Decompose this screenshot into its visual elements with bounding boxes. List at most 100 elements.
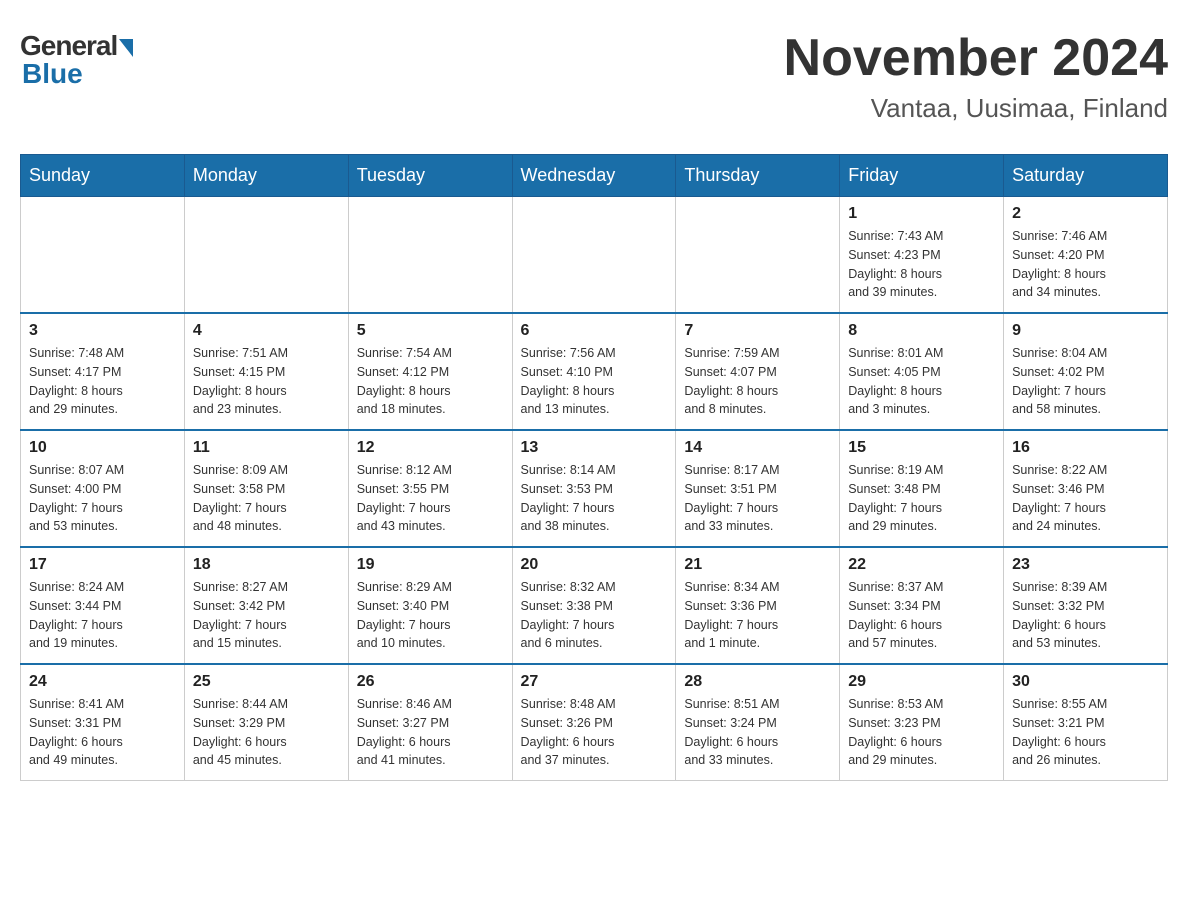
day-number: 29 xyxy=(848,673,995,691)
day-info: Sunrise: 8:17 AM Sunset: 3:51 PM Dayligh… xyxy=(684,461,831,536)
day-number: 9 xyxy=(1012,322,1159,340)
calendar-cell: 12 Sunrise: 8:12 AM Sunset: 3:55 PM Dayli… xyxy=(348,430,512,547)
calendar-week-row: 17 Sunrise: 8:24 AM Sunset: 3:44 PM Dayli… xyxy=(21,547,1168,664)
calendar-cell: 19 Sunrise: 8:29 AM Sunset: 3:40 PM Dayli… xyxy=(348,547,512,664)
day-number: 6 xyxy=(521,322,668,340)
day-number: 24 xyxy=(29,673,176,691)
header-tuesday: Tuesday xyxy=(348,155,512,197)
logo-blue-text: Blue xyxy=(22,58,83,90)
header-wednesday: Wednesday xyxy=(512,155,676,197)
day-number: 17 xyxy=(29,556,176,574)
day-info: Sunrise: 8:12 AM Sunset: 3:55 PM Dayligh… xyxy=(357,461,504,536)
day-info: Sunrise: 8:01 AM Sunset: 4:05 PM Dayligh… xyxy=(848,344,995,419)
day-info: Sunrise: 8:44 AM Sunset: 3:29 PM Dayligh… xyxy=(193,695,340,770)
day-number: 11 xyxy=(193,439,340,457)
calendar-cell: 14 Sunrise: 8:17 AM Sunset: 3:51 PM Dayli… xyxy=(676,430,840,547)
day-info: Sunrise: 8:14 AM Sunset: 3:53 PM Dayligh… xyxy=(521,461,668,536)
day-number: 10 xyxy=(29,439,176,457)
calendar-cell: 23 Sunrise: 8:39 AM Sunset: 3:32 PM Dayli… xyxy=(1004,547,1168,664)
header-monday: Monday xyxy=(184,155,348,197)
day-info: Sunrise: 8:46 AM Sunset: 3:27 PM Dayligh… xyxy=(357,695,504,770)
calendar-cell: 4Sunrise: 7:51 AM Sunset: 4:15 PM Daylig… xyxy=(184,313,348,430)
calendar-cell: 10 Sunrise: 8:07 AM Sunset: 4:00 PM Dayli… xyxy=(21,430,185,547)
calendar-cell: 5 Sunrise: 7:54 AM Sunset: 4:12 PM Daylig… xyxy=(348,313,512,430)
weekday-header-row: Sunday Monday Tuesday Wednesday Thursday… xyxy=(21,155,1168,197)
calendar-week-row: 10 Sunrise: 8:07 AM Sunset: 4:00 PM Dayli… xyxy=(21,430,1168,547)
day-info: Sunrise: 7:56 AM Sunset: 4:10 PM Dayligh… xyxy=(521,344,668,419)
calendar-cell: 28 Sunrise: 8:51 AM Sunset: 3:24 PM Dayli… xyxy=(676,664,840,781)
day-number: 28 xyxy=(684,673,831,691)
calendar-cell: 7 Sunrise: 7:59 AM Sunset: 4:07 PM Daylig… xyxy=(676,313,840,430)
calendar-cell: 6 Sunrise: 7:56 AM Sunset: 4:10 PM Daylig… xyxy=(512,313,676,430)
day-number: 1 xyxy=(848,205,995,223)
day-info: Sunrise: 8:48 AM Sunset: 3:26 PM Dayligh… xyxy=(521,695,668,770)
calendar-week-row: 1 Sunrise: 7:43 AM Sunset: 4:23 PM Daylig… xyxy=(21,197,1168,314)
day-number: 16 xyxy=(1012,439,1159,457)
calendar-cell: 18Sunrise: 8:27 AM Sunset: 3:42 PM Dayli… xyxy=(184,547,348,664)
day-info: Sunrise: 8:39 AM Sunset: 3:32 PM Dayligh… xyxy=(1012,578,1159,653)
calendar-cell: 26 Sunrise: 8:46 AM Sunset: 3:27 PM Dayli… xyxy=(348,664,512,781)
day-number: 4 xyxy=(193,322,340,340)
day-number: 13 xyxy=(521,439,668,457)
day-info: Sunrise: 8:34 AM Sunset: 3:36 PM Dayligh… xyxy=(684,578,831,653)
day-info: Sunrise: 8:09 AM Sunset: 3:58 PM Dayligh… xyxy=(193,461,340,536)
day-info: Sunrise: 8:32 AM Sunset: 3:38 PM Dayligh… xyxy=(521,578,668,653)
calendar-cell: 13 Sunrise: 8:14 AM Sunset: 3:53 PM Dayli… xyxy=(512,430,676,547)
day-number: 22 xyxy=(848,556,995,574)
calendar-cell: 16 Sunrise: 8:22 AM Sunset: 3:46 PM Dayli… xyxy=(1004,430,1168,547)
day-info: Sunrise: 8:19 AM Sunset: 3:48 PM Dayligh… xyxy=(848,461,995,536)
day-info: Sunrise: 7:43 AM Sunset: 4:23 PM Dayligh… xyxy=(848,227,995,302)
header-friday: Friday xyxy=(840,155,1004,197)
calendar-cell: 3Sunrise: 7:48 AM Sunset: 4:17 PM Daylig… xyxy=(21,313,185,430)
calendar-cell xyxy=(348,197,512,314)
day-number: 12 xyxy=(357,439,504,457)
calendar-cell: 8 Sunrise: 8:01 AM Sunset: 4:05 PM Daylig… xyxy=(840,313,1004,430)
calendar-cell xyxy=(676,197,840,314)
calendar-cell: 15Sunrise: 8:19 AM Sunset: 3:48 PM Dayli… xyxy=(840,430,1004,547)
calendar-cell: 11 Sunrise: 8:09 AM Sunset: 3:58 PM Dayli… xyxy=(184,430,348,547)
calendar-cell: 9 Sunrise: 8:04 AM Sunset: 4:02 PM Daylig… xyxy=(1004,313,1168,430)
day-info: Sunrise: 8:22 AM Sunset: 3:46 PM Dayligh… xyxy=(1012,461,1159,536)
day-info: Sunrise: 8:27 AM Sunset: 3:42 PM Dayligh… xyxy=(193,578,340,653)
calendar-week-row: 3Sunrise: 7:48 AM Sunset: 4:17 PM Daylig… xyxy=(21,313,1168,430)
day-info: Sunrise: 8:04 AM Sunset: 4:02 PM Dayligh… xyxy=(1012,344,1159,419)
calendar-cell xyxy=(512,197,676,314)
day-number: 7 xyxy=(684,322,831,340)
day-info: Sunrise: 7:59 AM Sunset: 4:07 PM Dayligh… xyxy=(684,344,831,419)
logo: General Blue xyxy=(20,30,133,90)
calendar-cell: 17 Sunrise: 8:24 AM Sunset: 3:44 PM Dayli… xyxy=(21,547,185,664)
day-info: Sunrise: 8:51 AM Sunset: 3:24 PM Dayligh… xyxy=(684,695,831,770)
header-sunday: Sunday xyxy=(21,155,185,197)
calendar-table: Sunday Monday Tuesday Wednesday Thursday… xyxy=(20,154,1168,781)
day-info: Sunrise: 8:07 AM Sunset: 4:00 PM Dayligh… xyxy=(29,461,176,536)
calendar-cell: 24 Sunrise: 8:41 AM Sunset: 3:31 PM Dayli… xyxy=(21,664,185,781)
logo-triangle-icon xyxy=(119,39,133,57)
day-number: 27 xyxy=(521,673,668,691)
calendar-cell xyxy=(184,197,348,314)
day-number: 19 xyxy=(357,556,504,574)
title-area: November 2024 Vantaa, Uusimaa, Finland xyxy=(784,30,1168,124)
day-info: Sunrise: 8:53 AM Sunset: 3:23 PM Dayligh… xyxy=(848,695,995,770)
header-saturday: Saturday xyxy=(1004,155,1168,197)
calendar-cell: 21Sunrise: 8:34 AM Sunset: 3:36 PM Dayli… xyxy=(676,547,840,664)
calendar-cell xyxy=(21,197,185,314)
calendar-cell: 20 Sunrise: 8:32 AM Sunset: 3:38 PM Dayli… xyxy=(512,547,676,664)
day-number: 8 xyxy=(848,322,995,340)
day-number: 20 xyxy=(521,556,668,574)
calendar-cell: 1 Sunrise: 7:43 AM Sunset: 4:23 PM Daylig… xyxy=(840,197,1004,314)
day-info: Sunrise: 8:37 AM Sunset: 3:34 PM Dayligh… xyxy=(848,578,995,653)
calendar-subtitle: Vantaa, Uusimaa, Finland xyxy=(784,93,1168,124)
day-number: 23 xyxy=(1012,556,1159,574)
day-info: Sunrise: 7:54 AM Sunset: 4:12 PM Dayligh… xyxy=(357,344,504,419)
day-info: Sunrise: 8:24 AM Sunset: 3:44 PM Dayligh… xyxy=(29,578,176,653)
day-number: 5 xyxy=(357,322,504,340)
page-header: General Blue November 2024 Vantaa, Uusim… xyxy=(20,20,1168,134)
day-number: 25 xyxy=(193,673,340,691)
day-info: Sunrise: 8:29 AM Sunset: 3:40 PM Dayligh… xyxy=(357,578,504,653)
day-info: Sunrise: 8:41 AM Sunset: 3:31 PM Dayligh… xyxy=(29,695,176,770)
day-number: 2 xyxy=(1012,205,1159,223)
calendar-cell: 30Sunrise: 8:55 AM Sunset: 3:21 PM Dayli… xyxy=(1004,664,1168,781)
day-number: 14 xyxy=(684,439,831,457)
day-number: 26 xyxy=(357,673,504,691)
calendar-cell: 27 Sunrise: 8:48 AM Sunset: 3:26 PM Dayli… xyxy=(512,664,676,781)
